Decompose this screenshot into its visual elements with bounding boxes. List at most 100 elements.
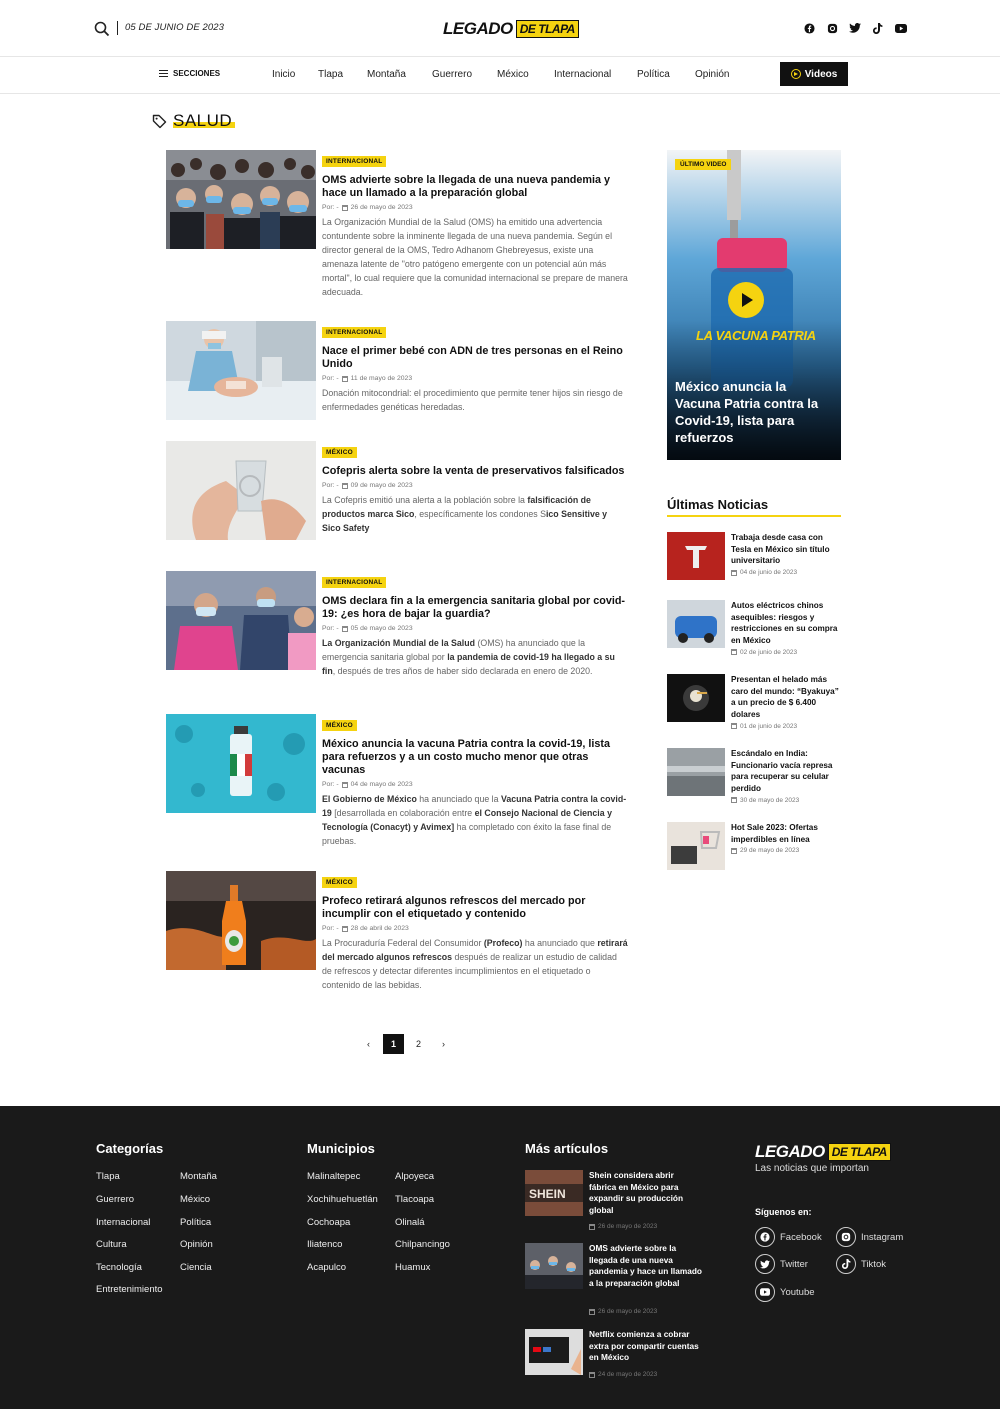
- latest-video-card[interactable]: ÚLTIMO VIDEO LA VACUNA PATRIA México anu…: [667, 150, 841, 460]
- category-badge[interactable]: MÉXICO: [322, 720, 357, 731]
- nav-item-inicio[interactable]: Inicio: [272, 69, 295, 80]
- site-logo[interactable]: LEGADO DE TLAPA: [443, 19, 579, 39]
- article-title[interactable]: OMS declara fin a la emergencia sanitari…: [322, 595, 628, 621]
- category-badge[interactable]: INTERNACIONAL: [322, 577, 387, 588]
- sections-menu-button[interactable]: SECCIONES: [159, 69, 220, 78]
- news-thumbnail[interactable]: [667, 674, 725, 722]
- facebook-icon[interactable]: [802, 21, 816, 35]
- news-title[interactable]: Hot Sale 2023: Ofertas imperdibles en lí…: [731, 822, 843, 845]
- nav-item-tlapa[interactable]: Tlapa: [318, 69, 343, 80]
- next-page-icon[interactable]: ›: [433, 1034, 454, 1054]
- article-excerpt: La Organización Mundial de la Salud (OMS…: [322, 217, 628, 297]
- category-badge[interactable]: INTERNACIONAL: [322, 327, 387, 338]
- article-image[interactable]: [166, 714, 316, 813]
- footer-municipio-link[interactable]: Olinalá: [395, 1217, 425, 1228]
- latest-news-item[interactable]: Autos eléctricos chinos asequibles: ries…: [667, 600, 843, 656]
- article-card[interactable]: MÉXICO Profeco retirará algunos refresco…: [166, 871, 628, 996]
- article-title[interactable]: Cofepris alerta sobre la venta de preser…: [322, 465, 628, 478]
- latest-news-item[interactable]: Hot Sale 2023: Ofertas imperdibles en lí…: [667, 822, 841, 870]
- category-badge[interactable]: MÉXICO: [322, 447, 357, 458]
- footer-category-link[interactable]: Montaña: [180, 1171, 217, 1182]
- category-badge[interactable]: INTERNACIONAL: [322, 156, 387, 167]
- footer-category-link[interactable]: Entretenimiento: [96, 1284, 163, 1295]
- article-card[interactable]: INTERNACIONAL OMS declara fin a la emerg…: [166, 571, 628, 696]
- article-thumbnail[interactable]: [525, 1243, 583, 1289]
- nav-item-internacional[interactable]: Internacional: [554, 69, 611, 80]
- footer-tiktok-link[interactable]: Tiktok: [836, 1254, 886, 1274]
- footer-article-title[interactable]: Netflix comienza a cobrar extra por comp…: [589, 1329, 703, 1364]
- article-image[interactable]: [166, 321, 316, 420]
- article-thumbnail[interactable]: [525, 1329, 583, 1375]
- footer-municipio-link[interactable]: Alpoyeca: [395, 1171, 434, 1182]
- article-card[interactable]: MÉXICO México anuncia la vacuna Patria c…: [166, 714, 628, 854]
- search-icon[interactable]: [94, 21, 110, 37]
- page-2-button[interactable]: 2: [408, 1034, 429, 1054]
- footer-category-link[interactable]: Tlapa: [96, 1171, 120, 1182]
- article-title[interactable]: OMS advierte sobre la llegada de una nue…: [322, 174, 628, 200]
- nav-item-politica[interactable]: Política: [637, 69, 670, 80]
- footer-article-title[interactable]: OMS advierte sobre la llegada de una nue…: [589, 1243, 703, 1289]
- news-thumbnail[interactable]: [667, 822, 725, 870]
- latest-news-item[interactable]: Presentan el helado más caro del mundo: …: [667, 674, 843, 730]
- article-image[interactable]: [166, 441, 316, 540]
- latest-news-item[interactable]: Escándalo en India: Funcionario vacía re…: [667, 748, 843, 804]
- nav-item-mexico[interactable]: México: [497, 69, 529, 80]
- footer-municipio-link[interactable]: Malinaltepec: [307, 1171, 360, 1182]
- footer-category-link[interactable]: Opinión: [180, 1239, 213, 1250]
- article-title[interactable]: Nace el primer bebé con ADN de tres pers…: [322, 345, 628, 371]
- footer-category-link[interactable]: Ciencia: [180, 1262, 212, 1273]
- footer-municipio-link[interactable]: Chilpancingo: [395, 1239, 450, 1250]
- footer-category-link[interactable]: Política: [180, 1217, 211, 1228]
- play-icon[interactable]: [728, 282, 764, 318]
- news-thumbnail[interactable]: [667, 748, 725, 796]
- footer-municipio-link[interactable]: Xochihuehuetlán: [307, 1194, 378, 1205]
- nav-item-montana[interactable]: Montaña: [367, 69, 406, 80]
- nav-item-guerrero[interactable]: Guerrero: [432, 69, 472, 80]
- latest-news-item[interactable]: Trabaja desde casa con Tesla en México s…: [667, 532, 841, 580]
- article-card[interactable]: MÉXICO Cofepris alerta sobre la venta de…: [166, 441, 628, 553]
- twitter-icon[interactable]: [848, 21, 862, 35]
- footer-municipio-link[interactable]: Iliatenco: [307, 1239, 342, 1250]
- tiktok-icon[interactable]: [871, 21, 885, 35]
- news-title[interactable]: Trabaja desde casa con Tesla en México s…: [731, 532, 843, 567]
- youtube-icon[interactable]: [894, 21, 908, 35]
- videos-button[interactable]: Videos: [780, 62, 848, 86]
- footer-article-title[interactable]: Shein considera abrir fábrica en México …: [589, 1170, 703, 1216]
- article-thumbnail[interactable]: SHEIN: [525, 1170, 583, 1216]
- article-image[interactable]: [166, 150, 316, 249]
- prev-page-icon[interactable]: ‹: [358, 1034, 379, 1054]
- footer-logo[interactable]: LEGADO DE TLAPA: [755, 1142, 891, 1162]
- instagram-icon[interactable]: [825, 21, 839, 35]
- footer-youtube-link[interactable]: Youtube: [755, 1282, 815, 1302]
- news-title[interactable]: Presentan el helado más caro del mundo: …: [731, 674, 843, 721]
- video-title[interactable]: México anuncia la Vacuna Patria contra l…: [675, 378, 833, 446]
- article-title[interactable]: México anuncia la vacuna Patria contra l…: [322, 738, 628, 777]
- article-image[interactable]: [166, 871, 316, 970]
- nav-item-opinion[interactable]: Opinión: [695, 69, 729, 80]
- news-thumbnail[interactable]: [667, 532, 725, 580]
- category-badge[interactable]: MÉXICO: [322, 877, 357, 888]
- news-title[interactable]: Escándalo en India: Funcionario vacía re…: [731, 748, 843, 795]
- footer-instagram-link[interactable]: Instagram: [836, 1227, 903, 1247]
- news-thumbnail[interactable]: [667, 600, 725, 648]
- article-title[interactable]: Profeco retirará algunos refrescos del m…: [322, 895, 628, 921]
- footer-category-link[interactable]: Cultura: [96, 1239, 127, 1250]
- footer-category-link[interactable]: Guerrero: [96, 1194, 134, 1205]
- footer-category-link[interactable]: Internacional: [96, 1217, 150, 1228]
- page-1-button[interactable]: 1: [383, 1034, 404, 1054]
- footer-article[interactable]: OMS advierte sobre la llegada de una nue…: [525, 1243, 705, 1315]
- footer-municipio-link[interactable]: Acapulco: [307, 1262, 346, 1273]
- footer-municipio-link[interactable]: Cochoapa: [307, 1217, 350, 1228]
- article-card[interactable]: INTERNACIONAL OMS advierte sobre la lleg…: [166, 150, 628, 302]
- footer-twitter-link[interactable]: Twitter: [755, 1254, 808, 1274]
- article-card[interactable]: INTERNACIONAL Nace el primer bebé con AD…: [166, 321, 628, 420]
- news-title[interactable]: Autos eléctricos chinos asequibles: ries…: [731, 600, 843, 647]
- footer-category-link[interactable]: México: [180, 1194, 210, 1205]
- footer-category-link[interactable]: Tecnología: [96, 1262, 142, 1273]
- footer-facebook-link[interactable]: Facebook: [755, 1227, 822, 1247]
- footer-article[interactable]: SHEIN Shein considera abrir fábrica en M…: [525, 1170, 705, 1230]
- footer-municipio-link[interactable]: Huamux: [395, 1262, 430, 1273]
- article-image[interactable]: [166, 571, 316, 670]
- footer-article[interactable]: Netflix comienza a cobrar extra por comp…: [525, 1329, 705, 1379]
- footer-municipio-link[interactable]: Tlacoapa: [395, 1194, 434, 1205]
